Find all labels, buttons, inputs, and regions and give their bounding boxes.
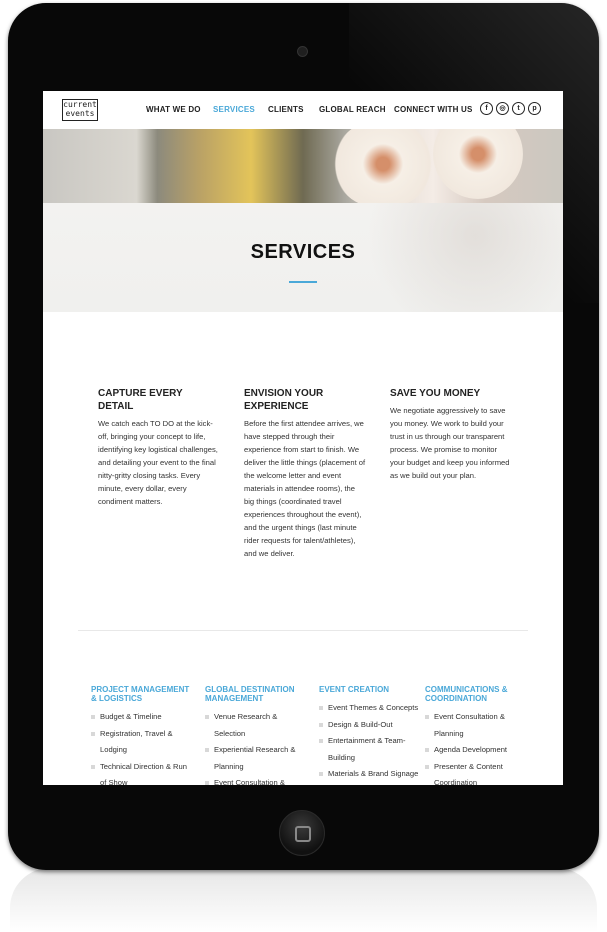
home-button[interactable] <box>279 810 325 856</box>
list-item: Technical Direction & Run of Show <box>91 759 195 785</box>
pinterest-icon[interactable]: p <box>528 102 541 115</box>
social-links: f ◎ t p <box>480 102 541 115</box>
list-item: Registration, Travel & Lodging <box>91 726 195 759</box>
logo[interactable]: current events <box>62 99 98 121</box>
column-body: Before the first attendee arrives, we ha… <box>244 419 366 558</box>
section-divider <box>78 630 528 631</box>
service-column: CAPTURE EVERY DETAIL We catch each TO DO… <box>98 387 220 508</box>
web-page: current events WHAT WE DO SERVICES CLIEN… <box>43 91 563 785</box>
list-item: Materials & Brand Signage <box>319 766 423 783</box>
hero-banner: SERVICES <box>43 129 563 312</box>
list-item: Experiential Research & Planning <box>205 742 309 775</box>
title-underline <box>289 281 317 283</box>
camera-icon <box>297 46 308 57</box>
device-reflection <box>10 868 597 932</box>
list-item: Event Themes & Concepts <box>319 700 423 717</box>
logo-line-1: current <box>63 100 97 109</box>
column-title: SAVE YOU MONEY <box>390 388 481 399</box>
list-item: Venue Research & Selection <box>205 709 309 742</box>
list-item: Event Consultation & Planning <box>425 709 529 742</box>
column-title: CAPTURE EVERY DETAIL <box>98 388 183 412</box>
service-list: PROJECT MANAGEMENT & LOGISTICS Budget & … <box>91 685 195 785</box>
nav-services[interactable]: SERVICES <box>213 105 255 114</box>
instagram-icon[interactable]: ◎ <box>496 102 509 115</box>
service-column: SAVE YOU MONEY We negotiate aggressively… <box>390 387 512 482</box>
top-nav: current events WHAT WE DO SERVICES CLIEN… <box>43 91 563 129</box>
list-title: COMMUNICATIONS & COORDINATION <box>425 685 508 703</box>
list-title: GLOBAL DESTINATION MANAGEMENT <box>205 685 295 703</box>
service-column: ENVISION YOUR EXPERIENCE Before the firs… <box>244 387 366 560</box>
facebook-icon[interactable]: f <box>480 102 493 115</box>
column-body: We negotiate aggressively to save you mo… <box>390 406 510 480</box>
column-title: ENVISION YOUR EXPERIENCE <box>244 388 324 412</box>
nav-global-reach[interactable]: GLOBAL REACH <box>319 105 386 114</box>
nav-connect-with-us[interactable]: CONNECT WITH US <box>394 105 473 114</box>
nav-clients[interactable]: CLIENTS <box>268 105 304 114</box>
list-item: Agenda Development <box>425 742 529 759</box>
list-item: Event Consultation & <box>205 775 309 785</box>
logo-line-2: events <box>65 109 95 118</box>
service-list: GLOBAL DESTINATION MANAGEMENT Venue Rese… <box>205 685 309 785</box>
list-title: PROJECT MANAGEMENT & LOGISTICS <box>91 685 190 703</box>
tablet-device: current events WHAT WE DO SERVICES CLIEN… <box>8 3 599 870</box>
page-title: SERVICES <box>250 241 356 263</box>
column-body: We catch each TO DO at the kick-off, bri… <box>98 419 218 506</box>
home-square-icon <box>295 826 311 842</box>
twitter-icon[interactable]: t <box>512 102 525 115</box>
list-item: Entertainment & Team-Building <box>319 733 423 766</box>
list-item: Design & Build-Out <box>319 717 423 734</box>
service-list: COMMUNICATIONS & COORDINATION Event Cons… <box>425 685 529 785</box>
nav-what-we-do[interactable]: WHAT WE DO <box>146 105 201 114</box>
service-list: EVENT CREATION Event Themes & Concepts D… <box>319 685 423 783</box>
list-title: EVENT CREATION <box>319 685 390 694</box>
list-item: Presenter & Content Coordination <box>425 759 529 785</box>
list-item: Budget & Timeline <box>91 709 195 726</box>
